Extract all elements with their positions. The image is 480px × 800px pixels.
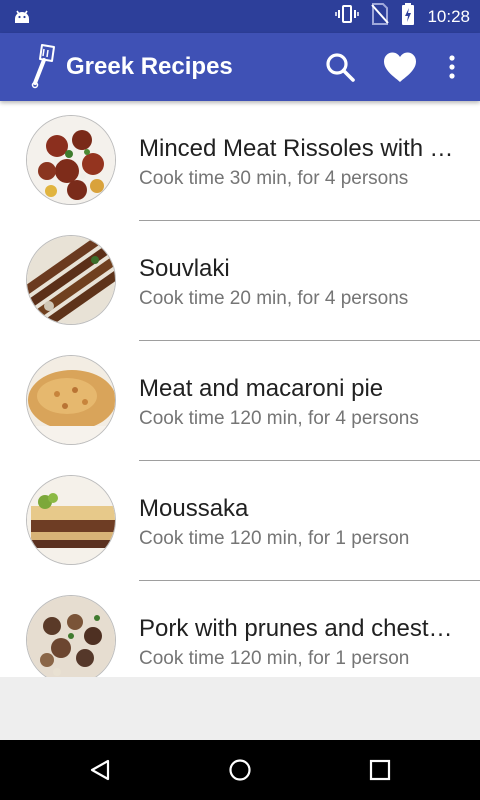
recipe-subtitle: Cook time 30 min, for 4 persons	[139, 168, 409, 189]
recipe-title: Minced Meat Rissoles with Tomato Sauce	[139, 135, 464, 162]
app-bar: Greek Recipes	[0, 33, 480, 101]
home-icon	[229, 759, 251, 781]
overflow-menu-icon	[449, 55, 455, 79]
search-icon	[326, 53, 355, 82]
screen: 10:28 Greek Recipes Minced Meat Rissoles…	[0, 0, 480, 800]
recipe-row[interactable]: Souvlaki Cook time 20 min, for 4 persons	[0, 221, 480, 341]
recipe-title: Moussaka	[139, 495, 249, 522]
recipe-photo-pastitsio	[26, 355, 116, 445]
recipe-subtitle: Cook time 20 min, for 4 persons	[139, 288, 409, 309]
recipe-row[interactable]: Meat and macaroni pie Cook time 120 min,…	[0, 341, 480, 461]
heart-icon	[384, 52, 416, 82]
no-sim-icon	[371, 3, 390, 30]
recipe-subtitle: Cook time 120 min, for 1 person	[139, 648, 410, 669]
spatula-icon	[30, 43, 58, 91]
recipe-photo-souvlaki	[26, 235, 116, 325]
recipe-photo-pork-prunes	[26, 595, 116, 677]
recipe-row[interactable]: Minced Meat Rissoles with Tomato Sauce C…	[0, 101, 480, 221]
home-button[interactable]	[220, 750, 260, 790]
search-button[interactable]	[320, 47, 360, 87]
recipe-photo-moussaka	[26, 475, 116, 565]
back-icon	[90, 759, 110, 781]
back-button[interactable]	[80, 750, 120, 790]
recipe-subtitle: Cook time 120 min, for 1 person	[139, 528, 410, 549]
recent-apps-icon	[369, 759, 391, 781]
recent-apps-button[interactable]	[360, 750, 400, 790]
recipe-row[interactable]: Moussaka Cook time 120 min, for 1 person	[0, 461, 480, 581]
recipe-title: Meat and macaroni pie	[139, 375, 384, 402]
status-time: 10:28	[427, 6, 470, 26]
overflow-menu-button[interactable]	[432, 47, 472, 87]
app-title: Greek Recipes	[66, 53, 233, 80]
recipe-row[interactable]: Pork with prunes and chestnuts Cook time…	[0, 581, 480, 677]
favorites-button[interactable]	[380, 47, 420, 87]
navigation-bar	[0, 740, 480, 800]
recipe-title: Souvlaki	[139, 255, 230, 282]
recipe-subtitle: Cook time 120 min, for 4 persons	[139, 408, 419, 429]
recipe-photo-rissoles	[26, 115, 116, 205]
android-icon	[12, 7, 32, 32]
status-bar: 10:28	[0, 0, 480, 33]
recipe-title: Pork with prunes and chestnuts	[139, 615, 464, 642]
battery-charging-icon	[401, 3, 415, 30]
recipe-list[interactable]: Minced Meat Rissoles with Tomato Sauce C…	[0, 101, 480, 677]
empty-footer-area	[0, 677, 480, 740]
vibrate-icon	[335, 4, 360, 29]
